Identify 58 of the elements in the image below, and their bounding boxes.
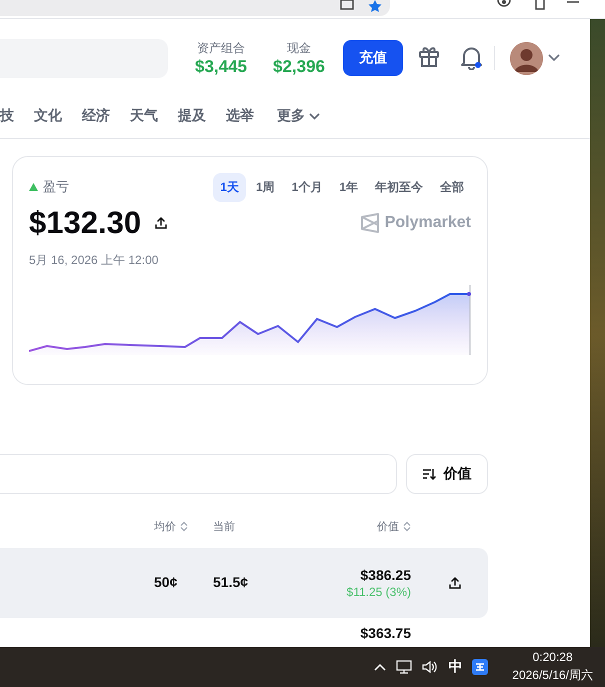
menu-icon[interactable]	[567, 0, 579, 6]
avatar-icon[interactable]	[510, 42, 543, 74]
sort-arrows-icon	[403, 520, 411, 532]
reader-icon[interactable]	[340, 0, 354, 10]
range-tab[interactable]: 1天	[213, 172, 246, 202]
brand-logo-text: Polymarket	[384, 214, 471, 232]
app-tray-icon[interactable]	[472, 659, 488, 675]
sort-arrows-icon	[180, 520, 188, 532]
avg-price-cell: 50¢	[154, 574, 178, 590]
clock-time[interactable]: 0:20:28	[532, 650, 573, 664]
column-header[interactable]: 当前	[213, 518, 273, 534]
more-menu[interactable]: 更多	[277, 107, 320, 125]
position-row[interactable]: 50¢ 51.5¢ $386.25 $11.25 (3%)	[0, 548, 488, 618]
account-icon[interactable]	[497, 0, 511, 9]
value-change: $11.25 (3%)	[346, 585, 411, 599]
category-tab[interactable]: 文化	[34, 107, 62, 125]
category-tab[interactable]: 选举	[226, 107, 254, 125]
sort-icon	[422, 468, 436, 480]
category-tab[interactable]: 天气	[130, 107, 158, 125]
portfolio-value: $3,445	[195, 56, 247, 76]
star-icon[interactable]	[368, 0, 382, 12]
value-cell: $363.75	[360, 625, 411, 641]
range-tab[interactable]: 1周	[248, 172, 282, 202]
chevron-down-icon	[309, 112, 320, 120]
column-header[interactable]: 均价	[154, 518, 213, 534]
chevron-down-icon[interactable]	[548, 54, 560, 62]
range-tab[interactable]: 1年	[332, 172, 365, 202]
portfolio-label: 资产组合	[197, 40, 245, 56]
current-price-cell: 51.5¢	[213, 574, 248, 590]
extensions-icon[interactable]	[533, 0, 545, 10]
gift-icon[interactable]	[418, 44, 440, 66]
input-method-indicator[interactable]: 中	[448, 658, 462, 676]
pnl-label: 盈亏	[43, 178, 69, 196]
column-header[interactable]: 价值	[273, 518, 411, 534]
sort-button[interactable]: 价值	[406, 454, 488, 494]
chevron-up-icon[interactable]	[374, 663, 386, 671]
cash-label: 现金	[287, 40, 311, 56]
volume-icon[interactable]	[422, 660, 438, 674]
share-icon	[155, 217, 168, 229]
value-cell: $386.25	[360, 567, 411, 583]
network-icon[interactable]	[396, 660, 412, 674]
bell-icon[interactable]	[460, 46, 483, 70]
position-row[interactable]: $363.75	[0, 625, 488, 648]
logo-icon	[360, 213, 379, 233]
range-tab[interactable]: 年初至今	[368, 172, 430, 202]
cash-value: $2,396	[273, 56, 325, 76]
range-tab[interactable]: 1个月	[284, 172, 330, 202]
share-button[interactable]	[448, 577, 460, 589]
share-button[interactable]	[155, 217, 168, 229]
deposit-button[interactable]: 充值	[343, 40, 403, 76]
share-icon	[448, 577, 460, 589]
pnl-date: 5月 16, 2026 上午 12:00	[29, 252, 160, 269]
range-tab[interactable]: 全部	[433, 172, 471, 202]
category-tab[interactable]: 提及	[178, 107, 206, 125]
filter-field[interactable]	[0, 454, 397, 494]
clock-date[interactable]: 2026/5/16/周六	[512, 667, 593, 684]
pnl-amount: $132.30	[29, 205, 142, 241]
category-tab[interactable]: 经济	[82, 107, 110, 125]
